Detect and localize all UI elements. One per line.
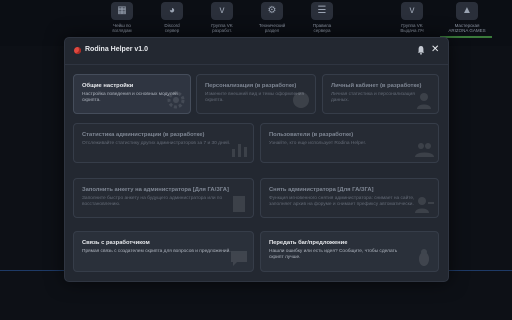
close-icon[interactable]: ✕ xyxy=(431,44,439,56)
card-description: Отслеживайте статистику других администр… xyxy=(82,141,231,146)
card-title: Общие настройки xyxy=(82,83,134,89)
bg-tile-label: Чейш по взглядам xyxy=(112,23,132,33)
vk-icon: v xyxy=(401,2,423,20)
bg-tile-label: Группа VK разработ. xyxy=(211,23,233,33)
bg-tile-1[interactable]: ◕ Discord сервер xyxy=(147,0,197,40)
gear-icon: ⚙ xyxy=(261,2,283,20)
palette-icon xyxy=(293,92,309,108)
card-description: Прямая связь с создателем скрипта для во… xyxy=(82,249,231,254)
card-title: Снять администратора [Для ГА/ЗГА] xyxy=(269,187,374,193)
bg-tile-3[interactable]: ⚙ Технический раздел xyxy=(247,0,297,40)
card-title: Персонализация (в разработке) xyxy=(205,83,297,89)
chart-icon: ▦ xyxy=(111,2,133,20)
users-icon xyxy=(415,143,434,157)
bell-icon[interactable] xyxy=(417,45,425,55)
remove-user-icon xyxy=(415,197,434,213)
card-description: Нашли ошибку или есть идея? Сообщите, чт… xyxy=(269,249,398,261)
bg-tile-label: Мастерская ARIZONA GAMES xyxy=(448,23,486,33)
card-remove-admin[interactable]: Снять администратора [Для ГА/ЗГА] Функци… xyxy=(260,178,439,218)
card-title: Статистика администрации (в разработке) xyxy=(82,132,205,138)
card-title: Пользователи (в разработке) xyxy=(269,132,354,138)
bg-tile-label: Группа VK Выдача ЛЧ xyxy=(400,23,424,33)
card-personal-cabinet[interactable]: Личный кабинет (в разработке) Личная ста… xyxy=(322,74,439,114)
bg-tile-6[interactable]: ▲ Мастерская ARIZONA GAMES xyxy=(442,0,492,40)
gear-icon xyxy=(167,91,185,109)
bg-tile-2[interactable]: v Группа VK разработ. xyxy=(197,0,247,40)
card-title: Заполнить анкету на администратора [Для … xyxy=(82,187,229,193)
card-description: Узнайте, кто еще использует Rodina Helpe… xyxy=(269,141,367,146)
form-icon xyxy=(233,196,245,212)
card-title: Связь с разработчиком xyxy=(82,240,150,246)
chart-icon xyxy=(232,144,247,157)
vk-icon: v xyxy=(211,2,233,20)
chat-icon xyxy=(231,251,247,266)
card-contact-developer[interactable]: Связь с разработчиком Прямая связь с соз… xyxy=(73,231,254,272)
card-general-settings[interactable]: Общие настройки Настройка поведения и ос… xyxy=(73,74,191,114)
bg-tile-4[interactable]: ☰ Правила сервера xyxy=(297,0,347,40)
card-report-bug[interactable]: Передать баг/предложение Нашли ошибку ил… xyxy=(260,231,439,272)
user-icon xyxy=(417,93,431,109)
helper-modal: Rodina Helper v1.0 ✕ Общие настройки Нас… xyxy=(64,37,449,282)
card-title: Личный кабинет (в разработке) xyxy=(331,83,422,89)
card-fill-admin-form[interactable]: Заполнить анкету на администратора [Для … xyxy=(73,178,254,218)
card-title: Передать баг/предложение xyxy=(269,240,348,246)
document-icon: ☰ xyxy=(311,2,333,20)
bg-tile-label: Технический раздел xyxy=(258,23,286,33)
bg-tile-label: Discord сервер xyxy=(164,23,180,33)
discord-icon: ◕ xyxy=(161,2,183,20)
card-personalization[interactable]: Персонализация (в разработке) Измените в… xyxy=(196,74,316,114)
bg-tile-5[interactable]: v Группа VK Выдача ЛЧ xyxy=(387,0,437,40)
card-description: Функция мгновенного снятия администратор… xyxy=(269,196,415,208)
bug-icon xyxy=(419,249,429,266)
card-users[interactable]: Пользователи (в разработке) Узнайте, кто… xyxy=(260,123,439,163)
logo-icon xyxy=(74,47,81,54)
bg-tile-0[interactable]: ▦ Чейш по взглядам xyxy=(97,0,147,40)
modal-header: Rodina Helper v1.0 ✕ xyxy=(65,38,448,65)
bg-tile-label: Правила сервера xyxy=(312,23,332,33)
card-admin-statistics[interactable]: Статистика администрации (в разработке) … xyxy=(73,123,254,163)
shop-icon: ▲ xyxy=(456,2,478,20)
card-description: Заполните быстро анкету на будущего адми… xyxy=(82,196,223,208)
modal-title: Rodina Helper v1.0 xyxy=(85,46,149,53)
